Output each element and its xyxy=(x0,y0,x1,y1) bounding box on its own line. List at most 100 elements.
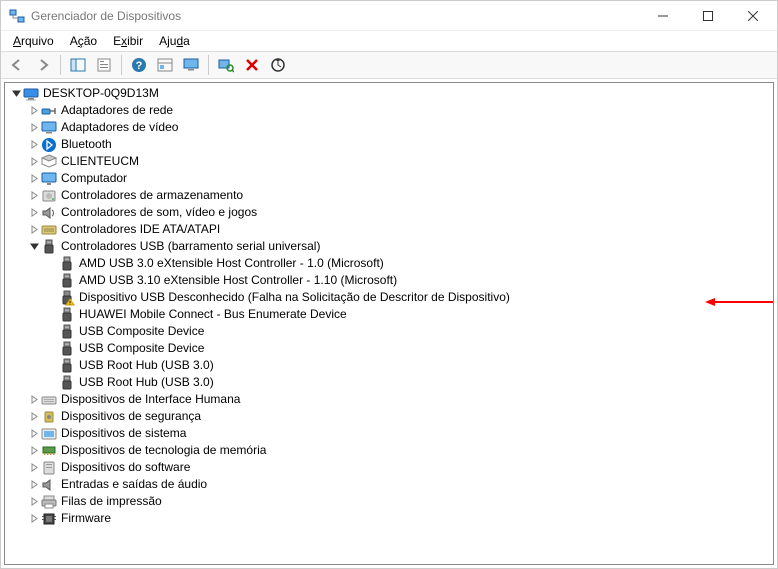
tree-item[interactable]: AMD USB 3.10 eXtensible Host Controller … xyxy=(5,272,773,289)
tree-item[interactable]: Filas de impressão xyxy=(5,493,773,510)
tree-item[interactable]: Computador xyxy=(5,170,773,187)
tree-item-label: AMD USB 3.0 eXtensible Host Controller -… xyxy=(79,255,384,272)
expand-arrow-icon[interactable] xyxy=(27,427,41,441)
collapse-arrow-icon[interactable] xyxy=(9,87,23,101)
tree-item[interactable]: Adaptadores de vídeo xyxy=(5,119,773,136)
bluetooth-icon xyxy=(41,137,57,153)
tree-item[interactable]: Dispositivos de segurança xyxy=(5,408,773,425)
maximize-button[interactable] xyxy=(685,2,730,30)
tree-item[interactable]: Bluetooth xyxy=(5,136,773,153)
tree-item[interactable]: USB Composite Device xyxy=(5,323,773,340)
tree-item[interactable]: AMD USB 3.0 eXtensible Host Controller -… xyxy=(5,255,773,272)
tree-item-label: USB Composite Device xyxy=(79,323,204,340)
tree-item[interactable]: USB Root Hub (USB 3.0) xyxy=(5,374,773,391)
close-button[interactable] xyxy=(730,2,775,30)
remove-device-icon[interactable] xyxy=(240,54,264,76)
tree-item[interactable]: USB Root Hub (USB 3.0) xyxy=(5,357,773,374)
expand-arrow-icon[interactable] xyxy=(27,138,41,152)
help-icon[interactable]: ? xyxy=(127,54,151,76)
back-icon[interactable] xyxy=(5,54,29,76)
window-title: Gerenciador de Dispositivos xyxy=(31,9,640,23)
ide-icon xyxy=(41,222,57,238)
expand-arrow-icon[interactable] xyxy=(27,223,41,237)
expand-arrow-icon[interactable] xyxy=(27,172,41,186)
usb-icon xyxy=(59,273,75,289)
display-icon xyxy=(41,120,57,136)
menu-ação[interactable]: Ação xyxy=(62,32,105,50)
minimize-button[interactable] xyxy=(640,2,685,30)
expand-arrow-icon[interactable] xyxy=(27,478,41,492)
device-tree[interactable]: DESKTOP-0Q9D13MAdaptadores de redeAdapta… xyxy=(4,82,774,565)
expand-arrow-icon[interactable] xyxy=(27,189,41,203)
expand-arrow-icon[interactable] xyxy=(27,155,41,169)
security-icon xyxy=(41,409,57,425)
tree-item[interactable]: Controladores de armazenamento xyxy=(5,187,773,204)
tree-item-label: USB Root Hub (USB 3.0) xyxy=(79,357,214,374)
tree-item-label: Adaptadores de vídeo xyxy=(61,119,178,136)
generic-icon xyxy=(41,154,57,170)
scan-hardware-icon[interactable] xyxy=(214,54,238,76)
expand-arrow-icon[interactable] xyxy=(27,206,41,220)
tree-item-label: Computador xyxy=(61,170,127,187)
audio-icon xyxy=(41,477,57,493)
tree-item-label: Bluetooth xyxy=(61,136,112,153)
tree-item[interactable]: Dispositivo USB Desconhecido (Falha na S… xyxy=(5,289,773,306)
expand-arrow-icon[interactable] xyxy=(27,495,41,509)
storage-icon xyxy=(41,188,57,204)
tree-item-label: Dispositivos do software xyxy=(61,459,190,476)
tree-item[interactable]: Controladores USB (barramento serial uni… xyxy=(5,238,773,255)
tree-item[interactable]: DESKTOP-0Q9D13M xyxy=(5,85,773,102)
tree-item-label: Controladores de armazenamento xyxy=(61,187,243,204)
titlebar: Gerenciador de Dispositivos xyxy=(1,1,777,31)
tree-item-label: USB Composite Device xyxy=(79,340,204,357)
monitor-icon xyxy=(41,171,57,187)
expand-arrow-icon[interactable] xyxy=(27,444,41,458)
annotation-arrow-icon xyxy=(705,294,774,302)
tree-item[interactable]: Dispositivos de tecnologia de memória xyxy=(5,442,773,459)
sound-icon xyxy=(41,205,57,221)
tree-item-label: Dispositivos de tecnologia de memória xyxy=(61,442,266,459)
tree-item-label: Firmware xyxy=(61,510,111,527)
update-driver-icon[interactable] xyxy=(266,54,290,76)
tree-item[interactable]: USB Composite Device xyxy=(5,340,773,357)
tree-item[interactable]: HUAWEI Mobile Connect - Bus Enumerate De… xyxy=(5,306,773,323)
usb-icon xyxy=(59,375,75,391)
tree-item[interactable]: Firmware xyxy=(5,510,773,527)
software-icon xyxy=(41,460,57,476)
monitor-icon[interactable] xyxy=(179,54,203,76)
expand-arrow-icon[interactable] xyxy=(27,461,41,475)
expand-arrow-icon[interactable] xyxy=(27,104,41,118)
expand-arrow-icon[interactable] xyxy=(27,393,41,407)
printer-icon xyxy=(41,494,57,510)
tree-item[interactable]: Controladores IDE ATA/ATAPI xyxy=(5,221,773,238)
computer-root-icon xyxy=(23,86,39,102)
firmware-icon xyxy=(41,511,57,527)
tree-item[interactable]: Entradas e saídas de áudio xyxy=(5,476,773,493)
expand-arrow-icon[interactable] xyxy=(27,121,41,135)
tree-item-label: Filas de impressão xyxy=(61,493,162,510)
forward-icon[interactable] xyxy=(31,54,55,76)
tree-item[interactable]: Dispositivos de sistema xyxy=(5,425,773,442)
memory-icon xyxy=(41,443,57,459)
tree-item-label: Controladores IDE ATA/ATAPI xyxy=(61,221,220,238)
tree-item[interactable]: Dispositivos do software xyxy=(5,459,773,476)
collapse-arrow-icon[interactable] xyxy=(27,240,41,254)
usb-icon xyxy=(59,358,75,374)
properties-icon[interactable] xyxy=(92,54,116,76)
usb-icon xyxy=(41,239,57,255)
show-hide-tree-icon[interactable] xyxy=(66,54,90,76)
tree-item[interactable]: Dispositivos de Interface Humana xyxy=(5,391,773,408)
tree-item[interactable]: CLIENTEUCM xyxy=(5,153,773,170)
menu-arquivo[interactable]: Arquivo xyxy=(5,32,62,50)
menu-ajuda[interactable]: Ajuda xyxy=(151,32,198,50)
expand-arrow-icon[interactable] xyxy=(27,410,41,424)
system-icon xyxy=(41,426,57,442)
menu-exibir[interactable]: Exibir xyxy=(105,32,151,50)
tree-item[interactable]: Controladores de som, vídeo e jogos xyxy=(5,204,773,221)
expand-arrow-icon[interactable] xyxy=(27,512,41,526)
tree-item-label: AMD USB 3.10 eXtensible Host Controller … xyxy=(79,272,397,289)
tree-item[interactable]: Adaptadores de rede xyxy=(5,102,773,119)
menubar: ArquivoAçãoExibirAjuda xyxy=(1,31,777,51)
show-hidden-icon[interactable] xyxy=(153,54,177,76)
tree-item-label: USB Root Hub (USB 3.0) xyxy=(79,374,214,391)
